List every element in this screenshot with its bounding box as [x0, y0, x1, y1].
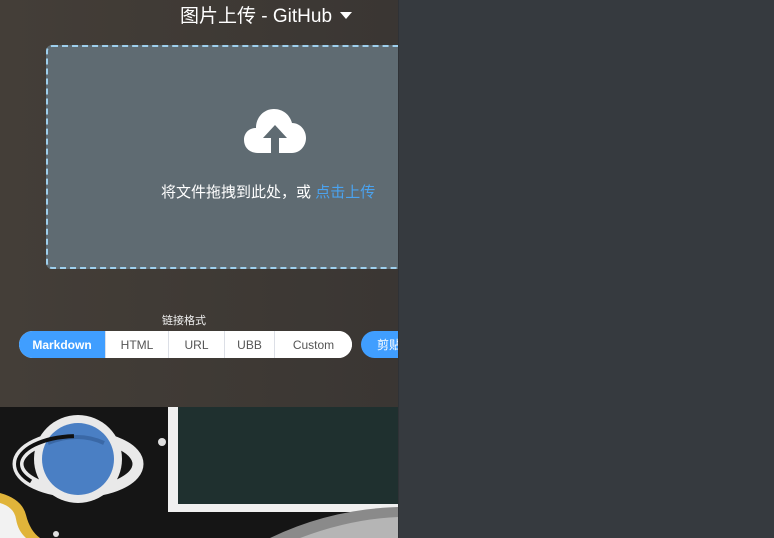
format-url-button[interactable]: URL	[169, 331, 225, 358]
window-title: 图片上传 - GitHub	[180, 5, 333, 27]
drop-text: 将文件拖拽到此处，或	[161, 184, 312, 201]
click-upload-link[interactable]: 点击上传	[315, 184, 375, 201]
planet-icon	[0, 407, 398, 538]
link-format-group: Markdown HTML URL UBB Custom	[19, 331, 352, 358]
screen: 图片上传 - GitHub 将文件拖拽到此处，或 点击上传 链接格式 Markd…	[0, 0, 774, 538]
caret-down-icon[interactable]	[340, 11, 353, 19]
drop-zone[interactable]: 将文件拖拽到此处，或 点击上传	[46, 45, 398, 269]
format-ubb-button[interactable]: UBB	[225, 331, 275, 358]
format-custom-button[interactable]: Custom	[275, 331, 352, 358]
format-html-button[interactable]: HTML	[106, 331, 169, 358]
upload-window: 图片上传 - GitHub 将文件拖拽到此处，或 点击上传 链接格式 Markd…	[0, 0, 398, 407]
left-area: 图片上传 - GitHub 将文件拖拽到此处，或 点击上传 链接格式 Markd…	[0, 0, 398, 538]
copy-button[interactable]: 剪贴	[361, 331, 398, 358]
drop-instructions: 将文件拖拽到此处，或 点击上传	[161, 181, 375, 202]
right-panel	[398, 0, 774, 538]
cloud-upload-icon[interactable]	[244, 107, 306, 157]
title-selector[interactable]: 图片上传 - GitHub	[180, 2, 353, 27]
format-markdown-button[interactable]: Markdown	[19, 331, 106, 358]
link-format-label: 链接格式	[162, 315, 206, 327]
desktop-wallpaper	[0, 407, 398, 538]
